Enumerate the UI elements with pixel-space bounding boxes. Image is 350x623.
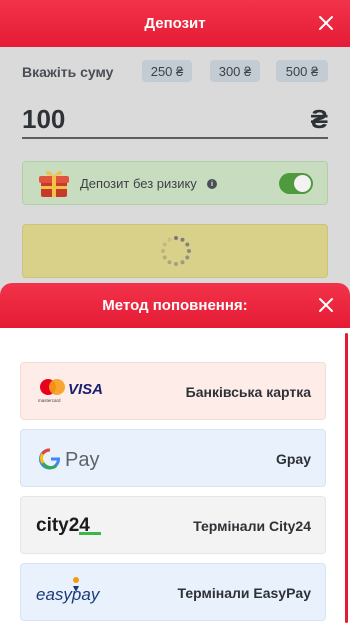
toggle-knob (294, 175, 311, 192)
loading-spinner-icon (161, 236, 191, 266)
method-easypay[interactable]: easypay Термінали EasyPay (20, 563, 326, 621)
easypay-text: easypay (36, 585, 101, 604)
hryvnia-icon: ₴ (310, 103, 328, 134)
visa-text: VISA (68, 381, 103, 398)
easypay-icon: easypay (36, 577, 101, 604)
sheet-scrollbar[interactable] (345, 333, 348, 623)
mastercard-visa-icon: mastercard VISA (38, 379, 103, 403)
info-icon[interactable]: i (207, 179, 217, 189)
deposit-title: Депозит (144, 15, 206, 32)
google-pay-icon: Pay (39, 448, 99, 471)
mastercard-text: mastercard (38, 398, 61, 403)
gift-icon (39, 170, 69, 197)
method-label: Gpay (275, 451, 311, 467)
payment-method-sheet: Метод поповнення: mastercard VISA Банків… (0, 283, 350, 623)
method-label: Термінали EasyPay (177, 585, 312, 601)
method-bank-card[interactable]: mastercard VISA Банківська картка (20, 362, 326, 420)
preset-300-button[interactable]: 300 ₴ (210, 60, 260, 82)
method-label: Термінали City24 (193, 518, 311, 534)
pay-text: Pay (65, 449, 99, 471)
amount-input[interactable]: 100 ₴ (22, 101, 328, 139)
preset-500-button[interactable]: 500 ₴ (276, 60, 328, 82)
amount-value: 100 (22, 103, 66, 134)
risk-free-toggle[interactable] (279, 173, 313, 194)
risk-free-label: Депозит без ризику (80, 176, 197, 191)
city24-icon: city24 (36, 515, 101, 536)
amount-label: Вкажіть суму (22, 64, 114, 80)
payment-method-header: Метод поповнення: (0, 283, 350, 328)
method-label: Банківська картка (185, 384, 311, 400)
preset-250-button[interactable]: 250 ₴ (142, 60, 192, 82)
close-icon[interactable] (316, 295, 336, 315)
method-gpay[interactable]: Pay Gpay (20, 429, 326, 487)
payment-method-title: Метод поповнення: (102, 297, 248, 314)
risk-free-option: Депозит без ризику i (22, 161, 328, 205)
amount-row: Вкажіть суму 250 ₴ 300 ₴ 500 ₴ (22, 59, 328, 85)
deposit-submit-button[interactable] (22, 224, 328, 278)
method-city24[interactable]: city24 Термінали City24 (20, 496, 326, 554)
deposit-header: Депозит (0, 0, 350, 47)
close-icon[interactable] (316, 13, 336, 33)
